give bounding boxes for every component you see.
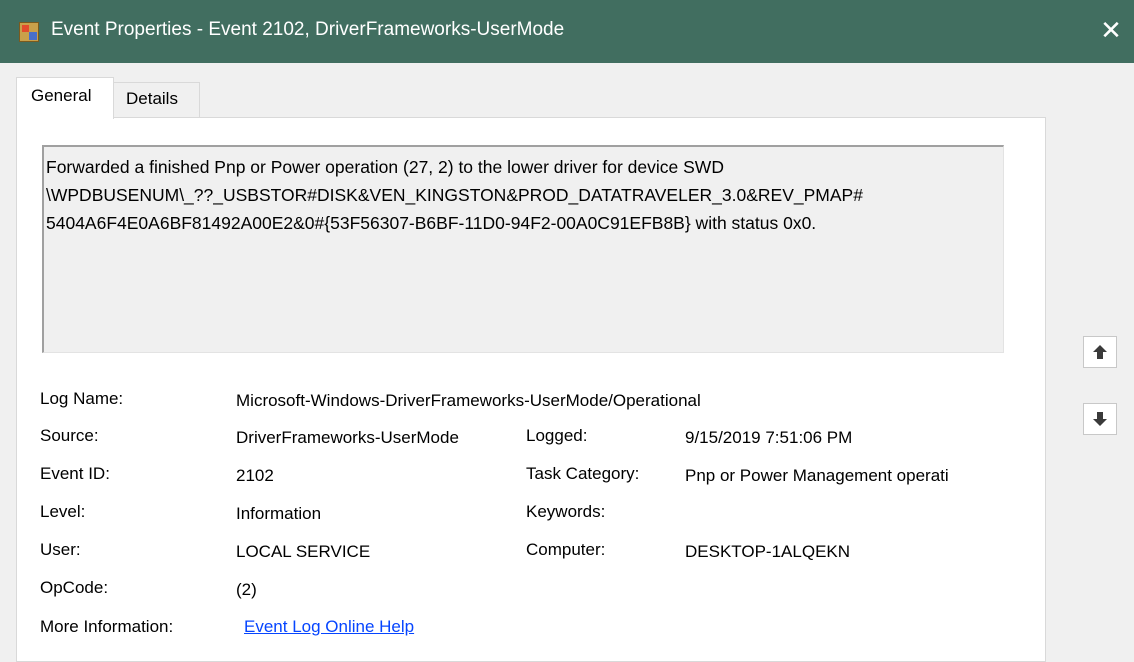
previous-event-button[interactable] [1083, 336, 1117, 368]
event-log-online-help-link[interactable]: Event Log Online Help [244, 617, 414, 637]
event-viewer-icon [19, 22, 39, 42]
more-information-label: More Information: [40, 617, 174, 636]
level-label: Level: [40, 502, 86, 521]
user-value[interactable]: LOCAL SERVICE [236, 542, 370, 562]
tab-general[interactable]: General [16, 77, 114, 119]
level-value[interactable]: Information [236, 504, 321, 524]
arrow-down-icon [1093, 412, 1107, 426]
log-name-value[interactable]: Microsoft-Windows-DriverFrameworks-UserM… [236, 391, 701, 411]
task-category-label: Task Category: [526, 464, 640, 483]
event-id-value[interactable]: 2102 [236, 466, 274, 486]
event-description[interactable]: Forwarded a finished Pnp or Power operat… [42, 145, 1004, 353]
opcode-value[interactable]: (2) [236, 580, 257, 600]
task-category-value[interactable]: Pnp or Power Management operati [685, 466, 1015, 486]
log-name-label: Log Name: [40, 389, 124, 408]
next-event-button[interactable] [1083, 403, 1117, 435]
source-value[interactable]: DriverFrameworks-UserMode [236, 428, 516, 448]
logged-value[interactable]: 9/15/2019 7:51:06 PM [685, 428, 852, 448]
logged-label: Logged: [526, 426, 588, 445]
title-bar: Event Properties - Event 2102, DriverFra… [0, 0, 1134, 63]
close-button[interactable]: ✕ [1088, 0, 1134, 63]
computer-label: Computer: [526, 540, 606, 559]
tab-details[interactable]: Details [114, 82, 200, 117]
event-id-label: Event ID: [40, 464, 110, 483]
source-label: Source: [40, 426, 99, 445]
computer-value[interactable]: DESKTOP-1ALQEKN [685, 542, 850, 562]
window-title: Event Properties - Event 2102, DriverFra… [51, 19, 565, 40]
user-label: User: [40, 540, 81, 559]
keywords-label: Keywords: [526, 502, 606, 521]
opcode-label: OpCode: [40, 578, 109, 597]
arrow-up-icon [1093, 345, 1107, 359]
